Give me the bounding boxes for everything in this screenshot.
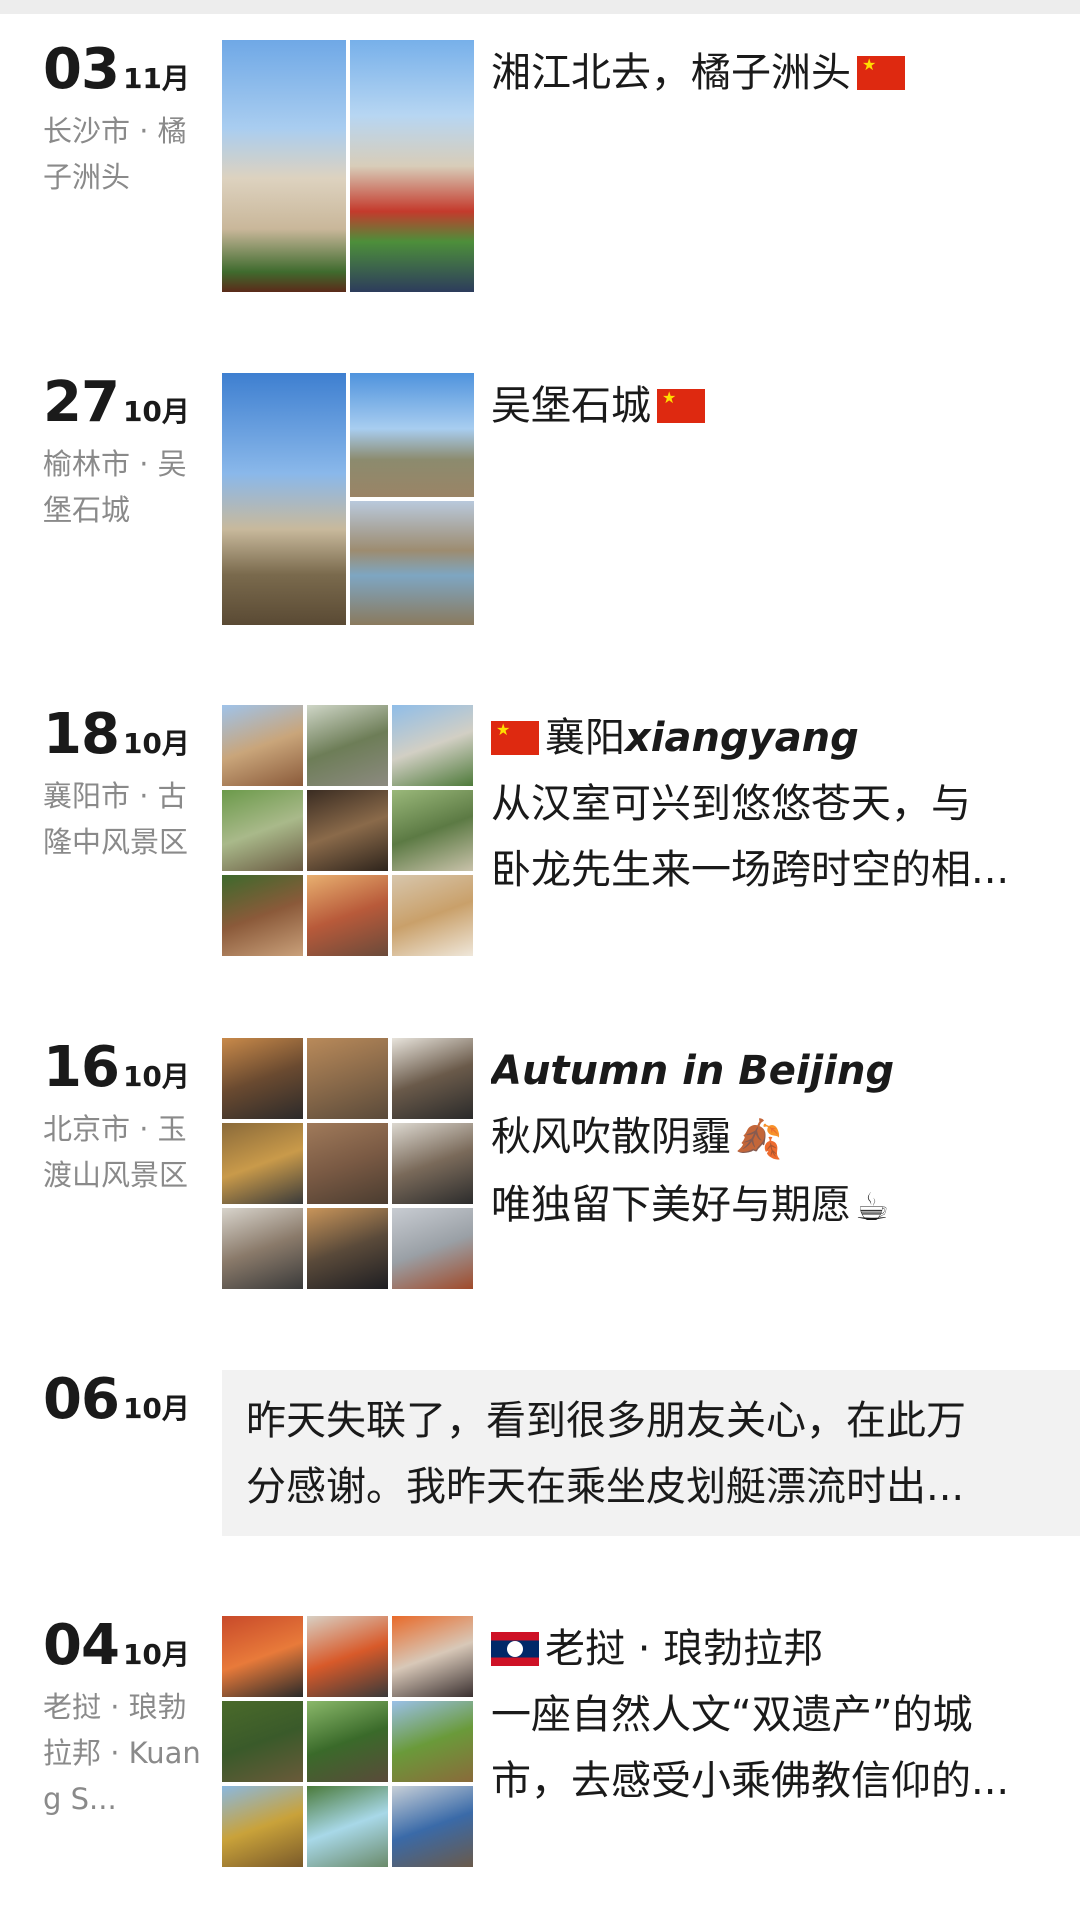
entry-text-line: 唯独留下美好与期愿	[491, 1182, 851, 1228]
entry-text: 襄阳xiangyang 从汉室可兴到悠悠苍天，与 卧龙先生来一场跨时空的相...	[491, 705, 1071, 903]
entry-day: 27	[43, 370, 120, 435]
photo	[307, 1208, 388, 1289]
entry-month: 10月	[122, 727, 190, 760]
china-flag-icon	[657, 389, 705, 423]
entry-text-line: 湘江北去，橘子洲头	[491, 50, 851, 96]
photo	[392, 705, 473, 786]
photo	[222, 705, 303, 786]
photo	[222, 875, 303, 956]
photo	[222, 1208, 303, 1289]
date-column: 16 10月 北京市 · 玉渡山风景区	[43, 1038, 213, 1198]
entry-location[interactable]: 襄阳市 · 古隆中风景区	[43, 773, 213, 865]
photo	[307, 1123, 388, 1204]
entry-day: 06	[43, 1367, 120, 1432]
photo-thumbnail[interactable]	[222, 705, 474, 957]
entry-location[interactable]: 北京市 · 玉渡山风景区	[43, 1106, 213, 1198]
entry-title: 襄阳	[545, 715, 625, 761]
laos-flag-icon	[491, 1632, 539, 1666]
entry-text-line: 秋风吹散阴霾	[491, 1114, 731, 1160]
entry-text-line: 吴堡石城	[491, 383, 651, 429]
photo	[392, 1123, 473, 1204]
china-flag-icon	[491, 721, 539, 755]
entry-text-line: 从汉室可兴到悠悠苍天，与	[491, 781, 971, 827]
text-only-box[interactable]: 昨天失联了，看到很多朋友关心，在此万 分感谢。我昨天在乘坐皮划艇漂流时出...	[222, 1370, 1080, 1536]
photo	[222, 790, 303, 871]
entry-month: 10月	[122, 1060, 190, 1093]
entry-text-line: 昨天失联了，看到很多朋友关心，在此万	[246, 1398, 966, 1444]
photo	[222, 1123, 303, 1204]
date-column: 04 10月 老挝 · 琅勃拉邦 · Kuang S...	[43, 1616, 213, 1822]
entry-day: 03	[43, 37, 120, 102]
photo	[350, 40, 474, 292]
entry-day: 04	[43, 1613, 120, 1678]
photo	[392, 1616, 473, 1697]
entry-month: 10月	[122, 1392, 190, 1425]
entry-title-en: Autumn in Beijing	[491, 1048, 895, 1094]
date-column: 03 11月 长沙市 · 橘子洲头	[43, 40, 213, 200]
photo	[307, 1038, 388, 1119]
date-column: 06 10月	[43, 1370, 213, 1430]
china-flag-icon	[857, 56, 905, 90]
entry-text-line: 分感谢。我昨天在乘坐皮划艇漂流时出...	[246, 1464, 965, 1510]
entry-month: 11月	[122, 62, 190, 95]
fallen-leaf-icon: 🍂	[735, 1117, 783, 1161]
top-strip	[0, 0, 1080, 14]
photo	[307, 705, 388, 786]
photo	[392, 790, 473, 871]
entry-location[interactable]: 老挝 · 琅勃拉邦 · Kuang S...	[43, 1684, 213, 1822]
photo	[222, 1786, 303, 1867]
entry-location[interactable]: 榆林市 · 吴堡石城	[43, 441, 213, 533]
entry-title-en: xiangyang	[625, 715, 859, 761]
entry-text: 湘江北去，橘子洲头	[491, 40, 1071, 106]
photo	[392, 1701, 473, 1782]
entry-day: 16	[43, 1035, 120, 1100]
photo	[392, 1786, 473, 1867]
photo	[350, 501, 474, 625]
entry-month: 10月	[122, 395, 190, 428]
photo	[307, 1616, 388, 1697]
photo	[350, 373, 474, 497]
photo	[222, 1701, 303, 1782]
entry-text-line: 市，去感受小乘佛教信仰的...	[491, 1758, 1010, 1804]
entry-month: 10月	[122, 1638, 190, 1671]
photo	[392, 1208, 473, 1289]
date-column: 18 10月 襄阳市 · 古隆中风景区	[43, 705, 213, 865]
coffee-cup-icon: ☕	[855, 1185, 890, 1229]
photo	[392, 875, 473, 956]
photo	[307, 790, 388, 871]
entry-text-line: 一座自然人文“双遗产”的城	[491, 1692, 973, 1738]
photo	[392, 1038, 473, 1119]
photo-thumbnail[interactable]	[222, 1038, 474, 1290]
photo	[222, 373, 346, 625]
date-column: 27 10月 榆林市 · 吴堡石城	[43, 373, 213, 533]
photo-thumbnail[interactable]	[222, 40, 474, 292]
photo	[307, 1701, 388, 1782]
photo	[222, 1038, 303, 1119]
photo-thumbnail[interactable]	[222, 373, 474, 625]
entry-location[interactable]: 长沙市 · 橘子洲头	[43, 108, 213, 200]
entry-title: 老挝 · 琅勃拉邦	[545, 1626, 824, 1672]
entry-text: 吴堡石城	[491, 373, 1071, 439]
entry-text: 老挝 · 琅勃拉邦 一座自然人文“双遗产”的城 市，去感受小乘佛教信仰的...	[491, 1616, 1071, 1814]
photo	[307, 1786, 388, 1867]
photo	[222, 1616, 303, 1697]
photo	[222, 40, 346, 292]
entry-text: Autumn in Beijing 秋风吹散阴霾 🍂 唯独留下美好与期愿 ☕	[491, 1038, 1071, 1240]
photo	[307, 875, 388, 956]
entry-text-line: 卧龙先生来一场跨时空的相...	[491, 847, 1010, 893]
photo-thumbnail[interactable]	[222, 1616, 474, 1868]
entry-day: 18	[43, 702, 120, 767]
